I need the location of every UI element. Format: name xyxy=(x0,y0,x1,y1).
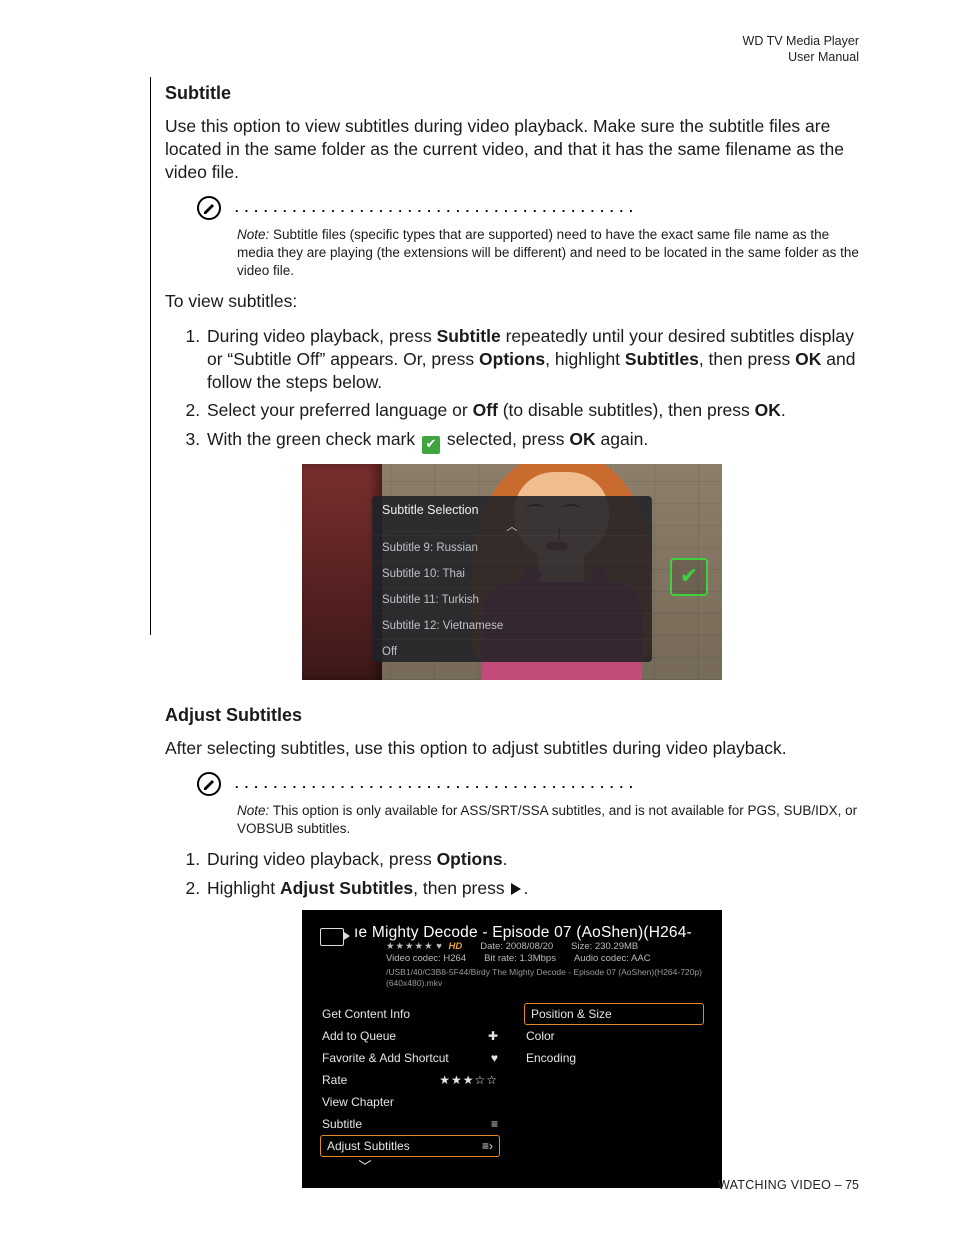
hd-badge: HD xyxy=(449,941,463,952)
note-body: Subtitle files (specific types that are … xyxy=(237,227,859,278)
chevron-down-icon[interactable]: ﹀ xyxy=(320,1159,410,1176)
page-footer: WATCHING VIDEO – 75 xyxy=(718,1177,859,1193)
lines-icon: ≡ xyxy=(491,1117,498,1133)
running-header: WD TV Media Player User Manual xyxy=(743,34,859,65)
video-title: ıe Mighty Decode - Episode 07 (AoShen)(H… xyxy=(354,924,704,941)
note-block: ........................................… xyxy=(197,196,859,220)
subtitle-step-2: Select your preferred language or Off (t… xyxy=(205,399,859,422)
note-lead: Note: xyxy=(237,227,269,242)
subtitle-option[interactable]: Subtitle 10: Thai xyxy=(372,561,652,587)
menu-item-favorite[interactable]: Favorite & Add Shortcut♥ xyxy=(320,1047,500,1069)
play-icon xyxy=(511,883,521,895)
figure-subtitle-selection: Subtitle Selection ︿ Subtitle 9: Russian… xyxy=(302,464,722,680)
meta-row-2: Video codec: H264 Bit rate: 1.3Mbps Audi… xyxy=(386,953,704,965)
heading-subtitle: Subtitle xyxy=(165,82,859,105)
heart-icon: ♥ xyxy=(491,1051,498,1067)
footer-page: 75 xyxy=(845,1178,859,1192)
pencil-icon xyxy=(197,772,221,796)
to-view-subtitles: To view subtitles: xyxy=(165,290,859,313)
subtitle-option[interactable]: Subtitle 9: Russian xyxy=(372,535,652,561)
video-icon xyxy=(320,928,344,946)
subtitle-intro: Use this option to view subtitles during… xyxy=(165,115,859,183)
subtitle-steps: During video playback, press Subtitle re… xyxy=(165,325,859,453)
subtitle-step-1: During video playback, press Subtitle re… xyxy=(205,325,859,393)
options-right-column: Position & Size Color Encoding xyxy=(524,1003,704,1176)
menu-item-color[interactable]: Color xyxy=(524,1025,704,1047)
background-left xyxy=(302,464,382,680)
check-icon: ✔ xyxy=(422,436,440,454)
pencil-icon xyxy=(197,196,221,220)
options-left-column: Get Content Info Add to Queue✚ Favorite … xyxy=(320,1003,500,1176)
menu-item-adjust-subtitles[interactable]: Adjust Subtitles≡› xyxy=(320,1135,500,1157)
note-dots: ........................................… xyxy=(235,196,639,220)
menu-item-view-chapter[interactable]: View Chapter xyxy=(320,1091,500,1113)
header-line1: WD TV Media Player xyxy=(743,34,859,50)
adjust-step-2: Highlight Adjust Subtitles, then press . xyxy=(205,877,859,900)
header-line2: User Manual xyxy=(743,50,859,66)
file-path: /USB1/40/C3B8-5F44/Birdy The Mighty Deco… xyxy=(386,967,704,989)
note-lead: Note: xyxy=(237,803,269,818)
figure-options-menu: ıe Mighty Decode - Episode 07 (AoShen)(H… xyxy=(302,910,722,1189)
menu-item-add-to-queue[interactable]: Add to Queue✚ xyxy=(320,1025,500,1047)
adjust-note: Note: This option is only available for … xyxy=(237,802,859,838)
subtitle-note: Note: Subtitle files (specific types tha… xyxy=(237,226,859,281)
subtitle-selection-panel[interactable]: Subtitle Selection ︿ Subtitle 9: Russian… xyxy=(372,496,652,662)
rate-stars: ★★★☆☆ xyxy=(439,1073,498,1089)
lines-arrow-icon: ≡› xyxy=(482,1139,493,1155)
subtitle-option[interactable]: Subtitle 11: Turkish xyxy=(372,587,652,613)
adjust-steps: During video playback, press Options. Hi… xyxy=(165,848,859,900)
note-body: This option is only available for ASS/SR… xyxy=(237,803,857,836)
subtitle-option[interactable]: Off xyxy=(372,639,652,662)
heading-adjust-subtitles: Adjust Subtitles xyxy=(165,704,859,727)
panel-title: Subtitle Selection xyxy=(372,496,652,522)
plus-icon: ✚ xyxy=(488,1029,498,1045)
chevron-up-icon[interactable]: ︿ xyxy=(372,522,652,535)
subtitle-option[interactable]: Subtitle 12: Vietnamese xyxy=(372,613,652,639)
rating-stars: ★★★★★ xyxy=(386,941,434,952)
menu-item-get-content-info[interactable]: Get Content Info xyxy=(320,1003,500,1025)
menu-item-encoding[interactable]: Encoding xyxy=(524,1047,704,1069)
menu-item-rate[interactable]: Rate★★★☆☆ xyxy=(320,1069,500,1091)
note-block: ........................................… xyxy=(197,772,859,796)
menu-item-subtitle[interactable]: Subtitle≡ xyxy=(320,1113,500,1135)
margin-rule xyxy=(150,77,151,635)
menu-item-position-size[interactable]: Position & Size xyxy=(524,1003,704,1025)
confirm-check-button[interactable]: ✔ xyxy=(670,558,708,596)
note-dots: ........................................… xyxy=(235,772,639,796)
footer-section: WATCHING VIDEO xyxy=(718,1178,831,1192)
subtitle-step-3: With the green check mark ✔ selected, pr… xyxy=(205,428,859,453)
heart-icon: ♥ xyxy=(436,941,442,952)
adjust-step-1: During video playback, press Options. xyxy=(205,848,859,871)
meta-row-1: ★★★★★ ♥ HD Date: 2008/08/20 Size: 230.29… xyxy=(386,941,704,953)
adjust-intro: After selecting subtitles, use this opti… xyxy=(165,737,859,760)
